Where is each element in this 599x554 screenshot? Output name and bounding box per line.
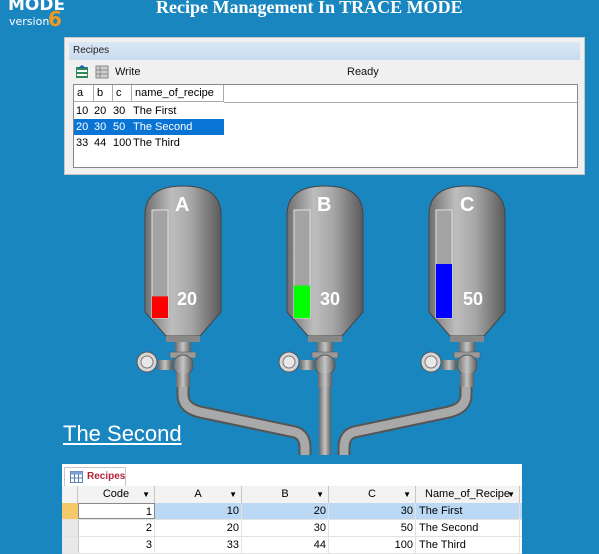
cell-c: 30 [113,105,126,117]
cell-c[interactable]: 100 [329,537,416,553]
column-header-b[interactable]: b [94,85,113,102]
logo-version-text: version [9,15,50,28]
table-row[interactable]: 10 20 30 The First [74,103,224,119]
access-recipes-table: Recipes Code ▼ A ▼ B ▼ C ▼ Name_of_Recipe ▼ 1… [62,464,522,554]
cell-c: 100 [113,137,132,149]
write-button[interactable]: Write [115,66,140,78]
tab-strip: Recipes [62,464,522,487]
dropdown-arrow-icon[interactable]: ▼ [142,486,150,503]
cell-code[interactable]: 1 [78,503,155,519]
recipes-toolbar: Write Ready [69,63,580,83]
tank-c-label: C [460,194,475,216]
dropdown-arrow-icon[interactable]: ▼ [229,486,237,503]
tank-a-label: A [175,194,190,216]
dropdown-arrow-icon[interactable]: ▼ [403,486,411,503]
row-selector[interactable] [62,503,79,519]
cell-c[interactable]: 30 [329,503,416,519]
header-label: Name_of_Recipe [425,488,510,500]
cell-name[interactable]: The Second [416,520,520,536]
read-recipe-icon[interactable] [75,65,89,79]
table-row-selected[interactable]: 1 10 20 30 The First [62,503,522,520]
table-row[interactable]: 33 44 100 The Third [74,135,224,151]
recipes-grid: a b c name_of_recipe 10 20 30 The First … [73,84,578,168]
tank-c-level [436,264,452,318]
header-label: C [368,488,376,500]
cell-a: 10 [76,105,89,117]
cell-name[interactable]: The Third [416,537,520,553]
table-row[interactable]: 2 20 30 50 The Second [62,520,522,537]
cell-b: 20 [94,105,107,117]
column-header-code[interactable]: Code ▼ [78,486,155,503]
tank-b-level [294,285,310,318]
table-row-selected[interactable]: 20 30 50 The Second [74,119,224,135]
cell-a[interactable]: 20 [155,520,242,536]
tank-b-label: B [317,194,332,216]
cell-b[interactable]: 20 [242,503,329,519]
pipes [176,380,473,455]
header-label: A [194,488,202,500]
trace-mode-logo: MODE version 6 [8,0,68,33]
column-header-b[interactable]: B ▼ [242,486,329,503]
current-recipe-link[interactable]: The Second [63,421,182,447]
tab-recipes-label: Recipes [87,471,126,482]
recipes-window: Recipes Write Ready a b c name_of_recipe… [64,37,585,175]
cell-b: 30 [94,121,107,133]
tank-c-value: 50 [463,289,484,309]
column-header-c[interactable]: c [113,85,132,102]
status-text: Ready [347,66,379,78]
cell-a: 33 [76,137,89,149]
tank-a-level [152,296,168,318]
recipes-window-caption: Recipes [69,42,580,60]
row-selector[interactable] [62,537,79,553]
row-selector[interactable] [62,520,79,536]
cell-name: The Third [133,137,180,149]
dropdown-arrow-icon[interactable]: ▼ [316,486,324,503]
page-title: Recipe Management In TRACE MODE [156,0,463,17]
logo-six-text: 6 [48,7,62,31]
cell-b[interactable]: 30 [242,520,329,536]
column-header-name[interactable]: name_of_recipe [132,85,224,102]
column-header-a[interactable]: A ▼ [155,486,242,503]
header-spacer [224,85,577,103]
tanks-diagram [136,185,506,455]
cell-c: 50 [113,121,126,133]
table-row[interactable]: 3 33 44 100 The Third [62,537,522,554]
tab-recipes[interactable]: Recipes [64,467,126,487]
cell-a[interactable]: 10 [155,503,242,519]
select-all-corner[interactable] [62,486,78,503]
dropdown-arrow-icon[interactable]: ▼ [507,486,515,503]
cell-code[interactable]: 2 [78,520,155,536]
header-label: Code [102,488,130,500]
cell-c[interactable]: 50 [329,520,416,536]
column-header-c[interactable]: C ▼ [329,486,416,503]
cell-b[interactable]: 44 [242,537,329,553]
column-header-name[interactable]: Name_of_Recipe ▼ [416,486,520,503]
tank-a-value: 20 [177,289,198,309]
cell-name: The First [133,105,177,117]
cell-b: 44 [94,137,107,149]
access-header-row: Code ▼ A ▼ B ▼ C ▼ Name_of_Recipe ▼ [62,486,522,504]
cell-name[interactable]: The First [416,503,520,519]
column-header-a[interactable]: a [74,85,94,102]
cell-code[interactable]: 3 [78,537,155,553]
tank-b-value: 30 [320,289,341,309]
cell-a[interactable]: 33 [155,537,242,553]
table-icon[interactable] [95,65,109,79]
header-label: B [281,488,289,500]
cell-a: 20 [76,121,89,133]
table-icon [70,471,83,483]
cell-name: The Second [133,121,193,133]
